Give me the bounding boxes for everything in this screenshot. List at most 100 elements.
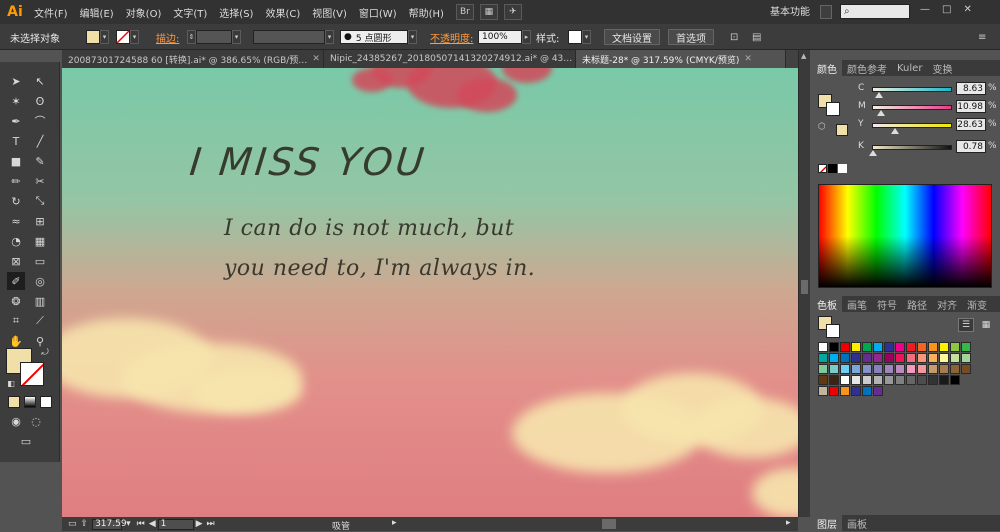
align-icon[interactable]: ▤ [752,29,761,45]
slider-black[interactable]: K 0.78 % [848,140,998,156]
slider-magenta[interactable]: M 10.98 % [848,100,998,116]
color-swatch[interactable] [939,375,949,385]
scissors-tool-icon[interactable]: ✂ [31,172,49,190]
maximize-button[interactable]: □ [942,4,951,15]
zoom-field[interactable]: 317.59 [92,518,127,530]
color-swatch[interactable] [818,353,828,363]
stroke-label[interactable]: 描边: [156,29,179,45]
lasso-tool-icon[interactable]: ʘ [31,92,49,110]
color-swatch[interactable] [917,375,927,385]
color-swatch[interactable] [829,364,839,374]
arrange-documents-icon[interactable]: ▦ [479,4,498,20]
color-swatch[interactable] [818,364,828,374]
opacity-field[interactable]: 100% [478,30,522,44]
style-dropdown-icon[interactable]: ▾ [582,30,591,44]
artboard-number-field[interactable]: 1 [157,518,194,530]
color-swatch[interactable] [895,342,905,352]
menu-object[interactable]: 对象(O) [120,5,168,20]
close-icon[interactable]: ✕ [312,54,320,64]
slider-track[interactable] [872,123,952,128]
body-text-line-2[interactable]: you need to, I'm always in. [224,256,535,281]
tab-layers[interactable]: 图层 [812,515,842,531]
slider-track[interactable] [872,87,952,92]
color-swatch[interactable] [917,364,927,374]
artboard-canvas[interactable]: I MISS YOU I can do is not much, but you… [62,68,798,517]
tab-document-2[interactable]: Nipic_24385267_20180507141320274912.ai* … [324,50,576,68]
variable-width-dropdown-icon[interactable]: ▾ [325,30,334,44]
free-transform-tool-icon[interactable]: ⊞ [31,212,49,230]
rotate-tool-icon[interactable]: ↻ [7,192,25,210]
control-menu-icon[interactable]: ≡ [978,29,986,45]
color-swatch[interactable] [961,353,971,363]
color-swatch[interactable] [829,353,839,363]
color-swatch[interactable] [840,375,850,385]
opacity-label[interactable]: 不透明度: [430,29,473,45]
color-swatch[interactable] [851,364,861,374]
slider-value-field[interactable]: 10.98 [956,100,986,113]
black-quick-swatch[interactable] [828,164,837,173]
gpu-icon[interactable]: ✈ [503,4,522,20]
tab-pathfinder[interactable]: 路径 [902,296,932,312]
stroke-weight-stepper[interactable]: ⇕ [187,30,196,44]
status-menu-icon[interactable]: ▭ [68,519,77,529]
menu-window[interactable]: 窗口(W) [353,5,403,20]
workspace-switcher[interactable]: 基本功能 [770,3,810,18]
pen-tool-icon[interactable]: ✒ [7,112,25,130]
tab-artboards[interactable]: 画板 [842,515,872,531]
menu-help[interactable]: 帮助(H) [403,5,450,20]
preferences-button[interactable]: 首选项 [668,29,714,45]
tab-transform[interactable]: 变换 [927,60,957,76]
color-swatch[interactable] [884,353,894,363]
color-swatch[interactable] [928,342,938,352]
next-artboard-icon[interactable]: ▶ [196,519,203,529]
vertical-scrollbar[interactable]: ▲ [798,50,810,517]
rectangle-tool-icon[interactable]: ■ [7,152,25,170]
slider-yellow[interactable]: Y 28.63 % [848,118,998,134]
brush-dropdown-icon[interactable]: ▾ [408,30,417,44]
color-swatch[interactable] [873,342,883,352]
color-swatch[interactable] [851,375,861,385]
color-swatch[interactable] [840,364,850,374]
white-quick-swatch[interactable] [838,164,847,173]
variable-width-field[interactable] [253,30,325,44]
mesh-tool-icon[interactable]: ⊠ [7,252,25,270]
color-swatch[interactable] [917,353,927,363]
none-mode-icon[interactable] [40,396,52,408]
slider-thumb[interactable] [877,110,885,116]
search-input[interactable]: ⌕ [840,4,910,19]
color-swatch[interactable] [961,342,971,352]
tab-document-3[interactable]: 未标题-28* @ 317.59% (CMYK/预览) ✕ [576,50,786,68]
slider-thumb[interactable] [891,128,899,134]
color-swatch[interactable] [906,375,916,385]
menu-file[interactable]: 文件(F) [28,5,74,20]
slider-value-field[interactable]: 8.63 [956,82,986,95]
color-swatch[interactable] [851,353,861,363]
color-swatch[interactable] [873,353,883,363]
selection-tool-icon[interactable]: ➤ [7,72,25,90]
vertical-scroll-thumb[interactable] [801,280,808,294]
close-icon[interactable]: ✕ [744,54,752,64]
color-swatch[interactable] [862,342,872,352]
swatches-stroke-swatch[interactable] [826,324,840,338]
color-swatch[interactable] [906,342,916,352]
magic-wand-tool-icon[interactable]: ✶ [7,92,25,110]
close-button[interactable]: ✕ [963,4,971,15]
tab-align[interactable]: 对齐 [932,296,962,312]
list-view-icon[interactable]: ☰ [958,318,974,332]
color-swatch[interactable] [928,364,938,374]
zoom-dropdown-icon[interactable]: ▾ [126,519,131,529]
color-swatch[interactable] [862,364,872,374]
gradient-mode-icon[interactable] [24,396,36,408]
bridge-button[interactable]: Br [455,4,474,20]
color-swatch[interactable] [840,342,850,352]
brush-field[interactable]: ● 5 点圆形 [340,30,408,44]
color-swatch[interactable] [862,353,872,363]
gamut-color-swatch[interactable] [836,124,848,136]
eyedropper-tool-icon[interactable]: ✐ [7,272,25,290]
none-color-icon[interactable] [818,164,827,173]
stroke-swatch[interactable] [116,30,130,44]
color-swatch[interactable] [950,375,960,385]
color-swatch[interactable] [895,375,905,385]
color-swatch[interactable] [851,386,861,396]
color-swatch[interactable] [884,342,894,352]
